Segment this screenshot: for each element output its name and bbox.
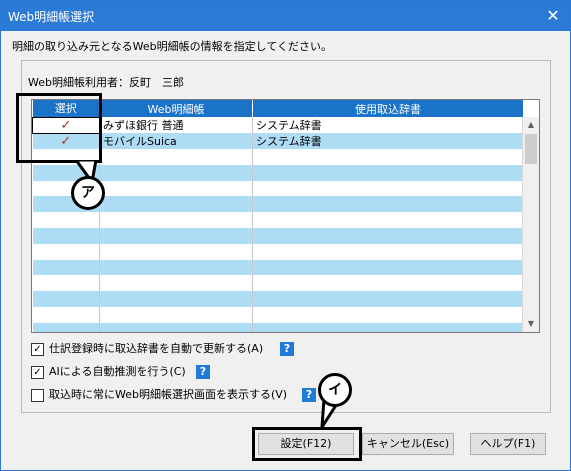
vertical-scrollbar[interactable]: ▲ ▼ — [522, 117, 539, 332]
column-header-book[interactable]: Web明細帳 — [99, 100, 253, 117]
callout-bubble-a: ア — [71, 176, 105, 210]
book-cell: モバイルSuica — [99, 133, 253, 149]
option-ai-guess[interactable]: ✓ AIによる自動推測を行う(C) — [31, 365, 186, 381]
dictionary-cell[interactable]: システム辞書 — [252, 133, 524, 149]
callout-bubble-b: イ — [318, 373, 352, 407]
table-row[interactable]: ✓ モバイルSuica システム辞書 — [32, 133, 524, 149]
option-label: 取込時に常にWeb明細帳選択画面を表示する(V) — [49, 388, 288, 401]
option-auto-update-dictionary[interactable]: ✓ 仕訳登録時に取込辞書を自動で更新する(A) — [31, 342, 263, 358]
scroll-down-icon[interactable]: ▼ — [523, 316, 539, 332]
option-show-select-screen[interactable]: 取込時に常にWeb明細帳選択画面を表示する(V) — [31, 388, 287, 404]
title-bar: Web明細帳選択 ✕ — [1, 1, 570, 31]
option-label: AIによる自動推測を行う(C) — [49, 365, 186, 378]
table-row[interactable] — [32, 275, 524, 292]
cancel-button[interactable]: キャンセル(Esc) — [362, 433, 454, 455]
scroll-thumb[interactable] — [525, 134, 537, 164]
help-button[interactable]: ヘルプ(F1) — [470, 433, 546, 455]
book-cell: みずほ銀行 普通 — [99, 117, 253, 133]
table-row[interactable] — [32, 322, 524, 332]
table-row[interactable] — [32, 291, 524, 307]
checkbox[interactable] — [31, 388, 44, 402]
description-text: 明細の取り込み元となるWeb明細帳の情報を指定してください。 — [12, 40, 332, 53]
table-row[interactable] — [32, 196, 524, 213]
checkbox[interactable]: ✓ — [31, 365, 44, 379]
table-row[interactable] — [32, 243, 524, 260]
help-icon[interactable]: ? — [280, 342, 294, 356]
table-row[interactable] — [32, 306, 524, 323]
table-row[interactable] — [32, 149, 524, 165]
callout-box-b — [252, 427, 362, 461]
callout-box-a — [16, 93, 102, 163]
scroll-up-icon[interactable]: ▲ — [523, 117, 539, 133]
table-row[interactable] — [32, 259, 524, 276]
table-row[interactable] — [32, 180, 524, 197]
close-icon[interactable]: ✕ — [542, 5, 564, 27]
table-row[interactable]: ✓ みずほ銀行 普通 システム辞書 — [32, 116, 524, 134]
window-title: Web明細帳選択 — [8, 10, 95, 24]
table-row[interactable] — [32, 164, 524, 181]
column-header-dictionary[interactable]: 使用取込辞書 — [252, 100, 524, 117]
dictionary-cell[interactable]: システム辞書 — [252, 117, 524, 133]
table-row[interactable] — [32, 227, 524, 244]
user-label: Web明細帳利用者：反町 三郎 — [28, 76, 184, 89]
option-label: 仕訳登録時に取込辞書を自動で更新する(A) — [49, 342, 264, 355]
help-icon[interactable]: ? — [196, 365, 210, 379]
table-row[interactable] — [32, 212, 524, 228]
checkbox[interactable]: ✓ — [31, 342, 44, 356]
web-statement-grid[interactable]: 選択 Web明細帳 使用取込辞書 ✓ みずほ銀行 普通 システム辞書 ✓ モバイ… — [31, 99, 540, 333]
help-icon[interactable]: ? — [302, 388, 316, 402]
